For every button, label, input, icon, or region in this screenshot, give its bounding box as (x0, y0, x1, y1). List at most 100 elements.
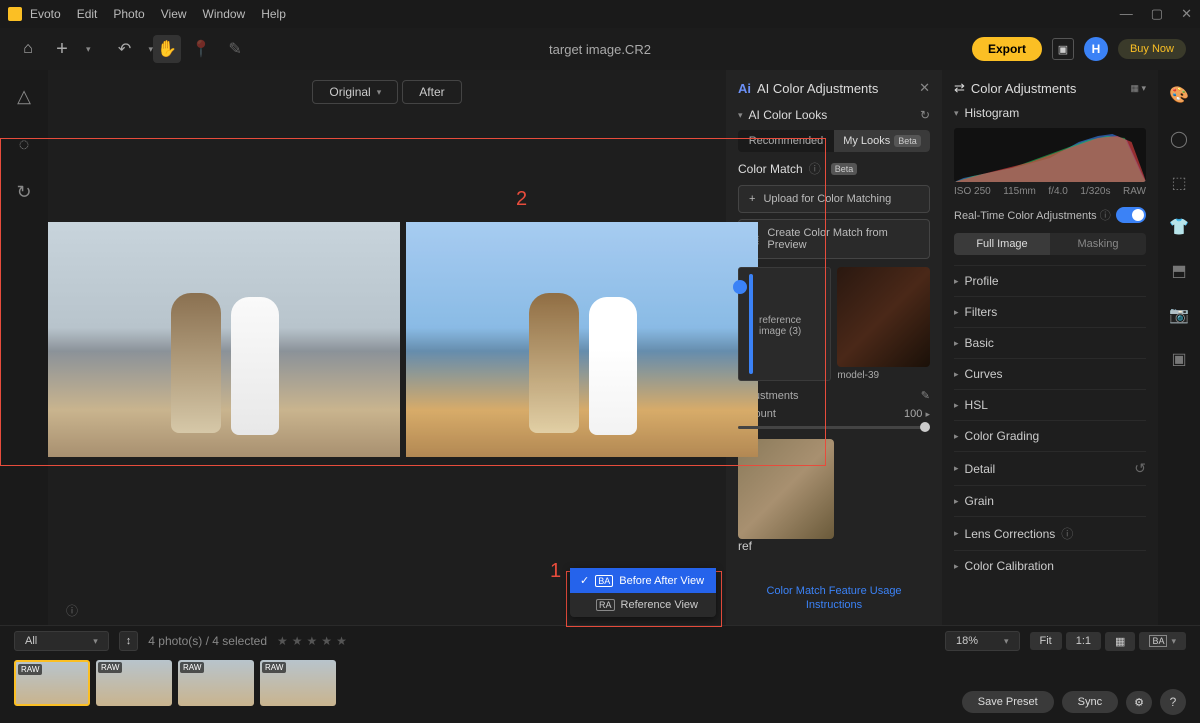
preview-original-image[interactable] (48, 222, 400, 457)
section-grain[interactable]: ▸Grain (954, 485, 1146, 516)
clothes-icon[interactable]: 👕 (1168, 216, 1190, 238)
plus-icon: + (749, 193, 755, 205)
body-icon[interactable]: ⬚ (1168, 172, 1190, 194)
minimize-icon[interactable]: — (1120, 6, 1133, 22)
reference-thumb[interactable]: reference image (3) (738, 267, 831, 381)
gear-icon[interactable]: ⚙ (1126, 691, 1152, 714)
menu-help[interactable]: Help (261, 7, 286, 21)
info-icon[interactable]: ⓘ (1061, 525, 1073, 542)
compare-view-dropdown[interactable]: BA▾ (1139, 632, 1186, 650)
reset-icon[interactable]: ↺ (1134, 460, 1146, 477)
filmstrip-thumb[interactable]: RAW (260, 660, 336, 706)
section-detail[interactable]: ▸Detail↺ (954, 451, 1146, 485)
add-icon[interactable]: + (48, 35, 76, 63)
app-menu: Evoto Edit Photo View Window Help (30, 7, 286, 21)
layers-icon[interactable]: ▣ (1168, 348, 1190, 370)
canvas-area: Original▾ After 2 ⓘ (48, 70, 726, 625)
buy-now-button[interactable]: Buy Now (1118, 39, 1186, 59)
crop-icon[interactable]: ⬒ (1168, 260, 1190, 282)
camera-icon[interactable]: 📷 (1168, 304, 1190, 326)
after-tab[interactable]: After (402, 80, 461, 104)
section-profile[interactable]: ▸Profile (954, 265, 1146, 296)
document-title: target image.CR2 (549, 42, 651, 57)
my-looks-tab[interactable]: My LooksBeta (834, 130, 930, 152)
selected-ring-icon (733, 280, 747, 294)
export-button[interactable]: Export (972, 37, 1042, 61)
section-lens-corrections[interactable]: ▸Lens Corrections ⓘ (954, 516, 1146, 550)
undo-icon[interactable]: ↶ (111, 35, 139, 63)
hand-tool-icon[interactable]: ✋ (153, 35, 181, 63)
menu-evoto[interactable]: Evoto (30, 7, 61, 21)
one-to-one-button[interactable]: 1:1 (1066, 632, 1101, 650)
save-preset-button[interactable]: Save Preset (962, 691, 1054, 713)
menu-view[interactable]: View (161, 7, 187, 21)
zoom-dropdown[interactable]: 18%▾ (945, 631, 1020, 651)
info-icon[interactable]: ⓘ (66, 602, 78, 619)
maximize-icon[interactable]: ▢ (1151, 6, 1163, 22)
color-adjustments-panel: ⇄Color Adjustments▦ ▾ ▾Histogram ISO 250… (942, 70, 1158, 625)
preview-after-image[interactable] (406, 222, 758, 457)
filter-dropdown[interactable]: All▾ (14, 631, 109, 651)
model-thumb[interactable]: model-39 (837, 267, 930, 381)
grid-view-icon[interactable]: ▦ (1105, 632, 1135, 651)
color-match-label: Color Match (738, 162, 803, 176)
home-icon[interactable]: ⌂ (14, 35, 42, 63)
ai-adjustments-panel: Ai AI Color Adjustments ✕ ▾AI Color Look… (726, 70, 942, 625)
filmstrip-thumb[interactable]: RAW (14, 660, 90, 706)
right-toolbar: 🎨 ◯ ⬚ 👕 ⬒ 📷 ▣ (1158, 70, 1200, 625)
face-icon[interactable]: ◯ (1168, 128, 1190, 150)
history-icon[interactable]: ↻ (12, 180, 36, 204)
section-color-calibration[interactable]: ▸Color Calibration (954, 550, 1146, 581)
menu-edit[interactable]: Edit (77, 7, 98, 21)
original-tab[interactable]: Original▾ (312, 80, 398, 104)
dotted-circle-icon[interactable]: ◌ (12, 132, 36, 156)
section-curves[interactable]: ▸Curves (954, 358, 1146, 389)
realtime-toggle[interactable] (1116, 207, 1146, 223)
before-after-view-item[interactable]: ✓BABefore After View (570, 568, 716, 593)
refresh-icon[interactable]: ↻ (920, 108, 930, 122)
title-bar: Evoto Edit Photo View Window Help — ▢ ✕ (0, 0, 1200, 28)
masking-tab[interactable]: Masking (1050, 233, 1146, 255)
app-logo-icon (8, 7, 22, 21)
filmstrip-thumb[interactable]: RAW (96, 660, 172, 706)
shutter-value: 1/320s (1080, 186, 1110, 197)
format-badge: RAW (1123, 186, 1146, 197)
panel-options-icon[interactable]: ▦ ▾ (1130, 83, 1146, 94)
ai-color-looks-label[interactable]: AI Color Looks (749, 108, 828, 122)
fit-button[interactable]: Fit (1030, 632, 1062, 650)
section-color-grading[interactable]: ▸Color Grading (954, 420, 1146, 451)
create-color-match-button[interactable]: ⬚Create Color Match from Preview (738, 219, 930, 259)
save-icon[interactable]: ▣ (1052, 38, 1074, 60)
info-icon[interactable]: ⓘ (1100, 210, 1111, 222)
rating-stars[interactable]: ★★★★★ (277, 634, 347, 648)
pin-icon[interactable]: 📍 (187, 35, 215, 63)
edit-icon[interactable]: ✎ (921, 389, 930, 402)
menu-window[interactable]: Window (203, 7, 246, 21)
sync-button[interactable]: Sync (1062, 691, 1118, 713)
check-icon: ✓ (580, 574, 589, 587)
section-basic[interactable]: ▸Basic (954, 327, 1146, 358)
amount-slider[interactable] (738, 426, 930, 429)
reference-view-item[interactable]: RAReference View (570, 593, 716, 617)
triangle-tool-icon[interactable]: △ (12, 84, 36, 108)
section-hsl[interactable]: ▸HSL (954, 389, 1146, 420)
recommended-tab[interactable]: Recommended (738, 130, 834, 152)
close-window-icon[interactable]: ✕ (1181, 6, 1192, 22)
upload-color-match-button[interactable]: +Upload for Color Matching (738, 185, 930, 213)
sort-icon[interactable]: ↕ (119, 631, 139, 651)
chevron-down-icon[interactable]: ▾ (86, 44, 91, 55)
info-icon[interactable]: ⓘ (809, 160, 821, 177)
menu-photo[interactable]: Photo (113, 7, 144, 21)
brush-icon[interactable]: ✎ (221, 35, 249, 63)
section-filters[interactable]: ▸Filters (954, 296, 1146, 327)
realtime-label: Real-Time Color Adjustments (954, 210, 1097, 222)
filmstrip-thumb[interactable]: RAW (178, 660, 254, 706)
annotation-1: 1 (550, 560, 561, 583)
help-icon[interactable]: ? (1160, 689, 1186, 715)
aperture-value: f/4.0 (1048, 186, 1067, 197)
close-panel-icon[interactable]: ✕ (919, 80, 930, 96)
palette-icon[interactable]: 🎨 (1168, 84, 1190, 106)
user-avatar[interactable]: H (1084, 37, 1108, 61)
full-image-tab[interactable]: Full Image (954, 233, 1050, 255)
instructions-link[interactable]: Color Match Feature Usage Instructions (766, 585, 901, 611)
